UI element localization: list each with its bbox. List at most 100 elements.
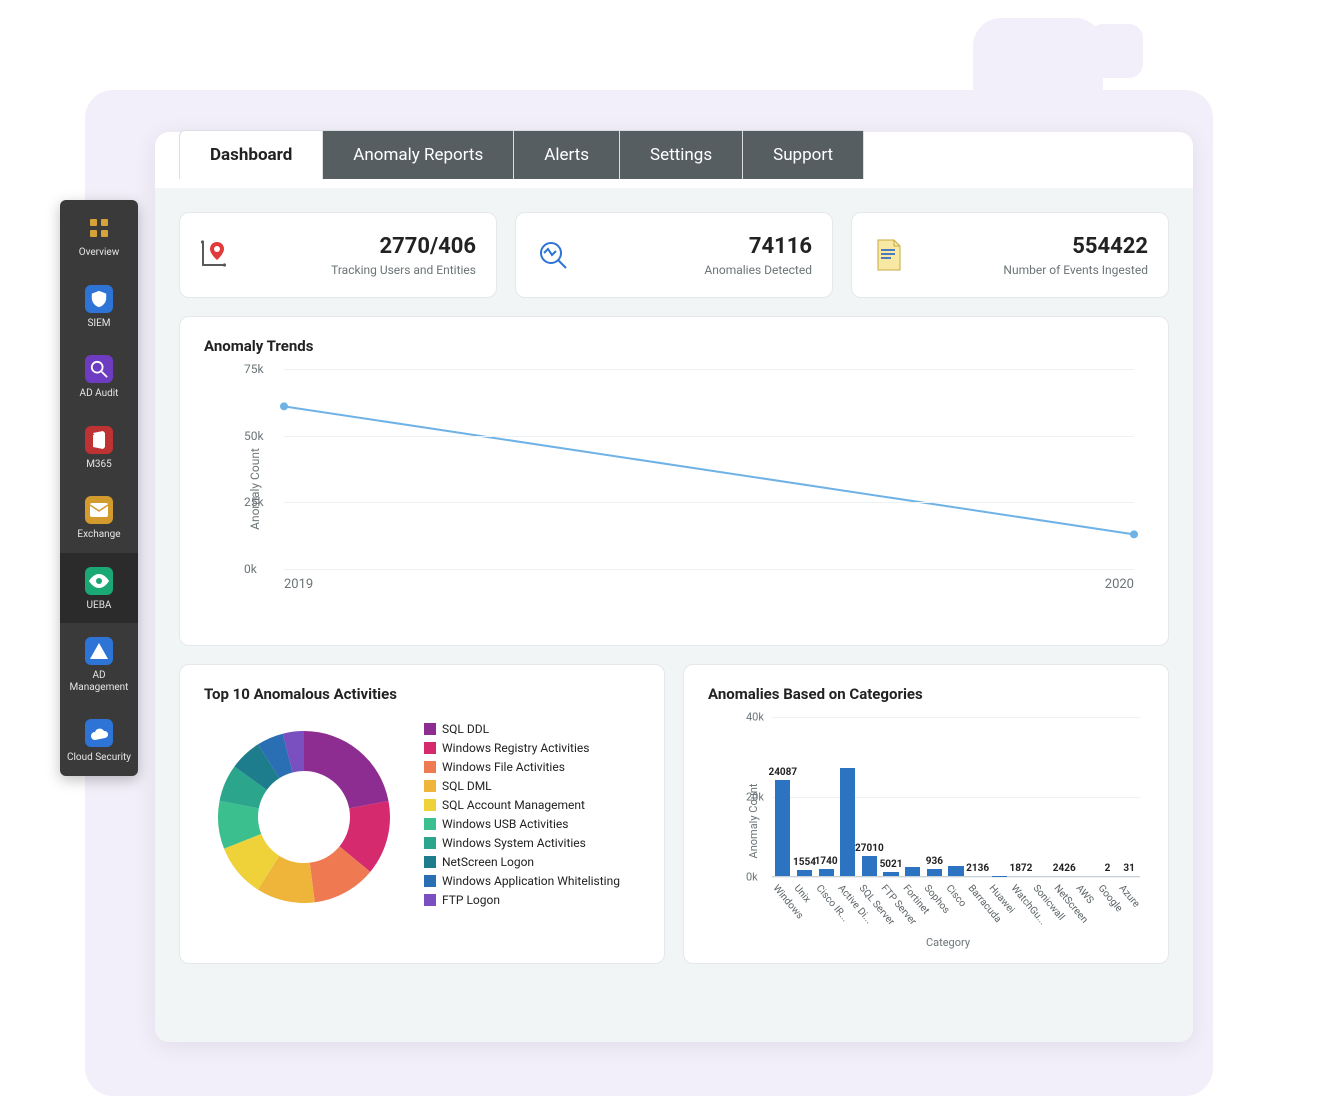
stats-row: 2770/406 Tracking Users and Entities 741… [179, 212, 1169, 298]
stat-card-anomalies[interactable]: 74116 Anomalies Detected [515, 212, 833, 298]
legend-label: Windows Registry Activities [442, 741, 589, 755]
legend-row[interactable]: NetScreen Logon [424, 855, 620, 869]
sidebar: Overview SIEM AD Audit M365 Exchange UEBA AD M… [60, 200, 138, 776]
legend-label: Windows Application Whitelisting [442, 874, 620, 888]
tab-anomaly-reports[interactable]: Anomaly Reports [323, 130, 514, 179]
tab-row: DashboardAnomaly ReportsAlertsSettingsSu… [179, 130, 864, 179]
decor-bg-square-small [1089, 24, 1143, 78]
sidebar-item-label: Cloud Security [67, 752, 131, 764]
sidebar-item-cloud-security[interactable]: Cloud Security [60, 705, 138, 776]
legend-row[interactable]: SQL Account Management [424, 798, 620, 812]
legend-row[interactable]: Windows Registry Activities [424, 741, 620, 755]
stat-value-anomalies: 74116 [704, 234, 812, 259]
legend-swatch [424, 761, 436, 773]
donut-seg-0 [304, 731, 388, 808]
legend-swatch [424, 723, 436, 735]
legend-label: Windows System Activities [442, 836, 586, 850]
legend-row[interactable]: Windows System Activities [424, 836, 620, 850]
legend-swatch [424, 875, 436, 887]
tab-settings[interactable]: Settings [620, 130, 743, 179]
legend-swatch [424, 780, 436, 792]
legend-row[interactable]: SQL DML [424, 779, 620, 793]
exchange-icon [85, 496, 113, 524]
legend-label: FTP Logon [442, 893, 500, 907]
sidebar-item-label: Overview [79, 247, 120, 259]
stat-card-events[interactable]: 554422 Number of Events Ingested [851, 212, 1169, 298]
donut-legend: SQL DDL Windows Registry Activities Window… [424, 722, 620, 912]
ad-audit-icon [85, 355, 113, 383]
bar-value-label: 5021 [880, 859, 903, 870]
legend-swatch [424, 799, 436, 811]
bar-value-label: 1554 [793, 857, 816, 868]
line-chart: Anomaly Count 20192020 0k25k50k75k [244, 369, 1134, 609]
main-card: DashboardAnomaly ReportsAlertsSettingsSu… [155, 132, 1193, 1042]
ad-management-icon [85, 637, 113, 665]
stat-value-tracking: 2770/406 [331, 234, 476, 259]
sidebar-item-m365[interactable]: M365 [60, 412, 138, 483]
sidebar-item-label: SIEM [87, 318, 110, 330]
legend-row[interactable]: SQL DDL [424, 722, 620, 736]
legend-swatch [424, 818, 436, 830]
content-area: 2770/406 Tracking Users and Entities 741… [155, 188, 1193, 1042]
donut-chart [204, 717, 404, 917]
legend-row[interactable]: FTP Logon [424, 893, 620, 907]
bar-value-label: 1740 [815, 856, 838, 867]
tab-alerts[interactable]: Alerts [514, 130, 620, 179]
sidebar-item-label: M365 [86, 459, 112, 471]
sidebar-item-label: AD Audit [80, 388, 119, 400]
overview-icon [85, 214, 113, 242]
bar-3 [840, 768, 855, 876]
stat-label-anomalies: Anomalies Detected [704, 263, 812, 277]
sidebar-item-siem[interactable]: SIEM [60, 271, 138, 342]
line-chart-xlabels: 20192020 [284, 577, 1134, 592]
panel-categories: Anomalies Based on Categories Anomaly Co… [683, 664, 1169, 964]
ueba-icon [85, 567, 113, 595]
sidebar-item-ad-management[interactable]: AD Management [60, 623, 138, 705]
sidebar-item-label: Exchange [77, 529, 120, 541]
line-chart-ytick: 50k [244, 429, 1088, 443]
bar-chart-xlabels: WindowsUnixCisco IR...Active Di...SQL Se… [772, 879, 1140, 933]
stat-value-events: 554422 [1003, 234, 1148, 259]
legend-row[interactable]: Windows Application Whitelisting [424, 874, 620, 888]
line-chart-ytick: 0k [244, 562, 1088, 576]
legend-swatch [424, 837, 436, 849]
legend-row[interactable]: Windows USB Activities [424, 817, 620, 831]
legend-label: SQL DML [442, 779, 492, 793]
cloud-security-icon [85, 719, 113, 747]
sidebar-item-ueba[interactable]: UEBA [60, 553, 138, 624]
stat-card-tracking[interactable]: 2770/406 Tracking Users and Entities [179, 212, 497, 298]
anomaly-icon [536, 238, 570, 272]
bar-value-label: 24087 [768, 767, 797, 778]
panel-title-trends: Anomaly Trends [204, 337, 1144, 355]
legend-row[interactable]: Windows File Activities [424, 760, 620, 774]
siem-icon [85, 285, 113, 313]
sidebar-item-overview[interactable]: Overview [60, 200, 138, 271]
bar-chart: Anomaly Count 24087155417402701050219362… [752, 717, 1144, 947]
legend-swatch [424, 742, 436, 754]
legend-label: Windows File Activities [442, 760, 565, 774]
sidebar-item-exchange[interactable]: Exchange [60, 482, 138, 553]
legend-label: SQL Account Management [442, 798, 585, 812]
bar-value-label: 936 [926, 856, 943, 867]
tab-support[interactable]: Support [743, 130, 864, 179]
sidebar-item-ad-audit[interactable]: AD Audit [60, 341, 138, 412]
stat-label-tracking: Tracking Users and Entities [331, 263, 476, 277]
panel-anomaly-trends: Anomaly Trends Anomaly Count 20192020 0k… [179, 316, 1169, 646]
line-chart-xtick: 2020 [1105, 577, 1134, 592]
line-chart-ytick: 75k [244, 362, 1088, 376]
file-icon [872, 238, 906, 272]
bar-chart-ytick: 0k [746, 871, 1138, 884]
bar [840, 768, 855, 876]
line-chart-ytick: 25k [244, 495, 1088, 509]
panel-title-categories: Anomalies Based on Categories [708, 685, 1144, 703]
legend-swatch [424, 856, 436, 868]
panel-top10: Top 10 Anomalous Activities SQL DDLWindo… [179, 664, 665, 964]
sidebar-item-label: UEBA [87, 600, 112, 612]
map-pin-icon [200, 238, 234, 272]
m365-icon [85, 426, 113, 454]
line-chart-ylabel: Anomaly Count [248, 448, 262, 530]
legend-swatch [424, 894, 436, 906]
line-chart-plot [284, 369, 1134, 569]
tab-dashboard[interactable]: Dashboard [179, 130, 323, 179]
stat-label-events: Number of Events Ingested [1003, 263, 1148, 277]
